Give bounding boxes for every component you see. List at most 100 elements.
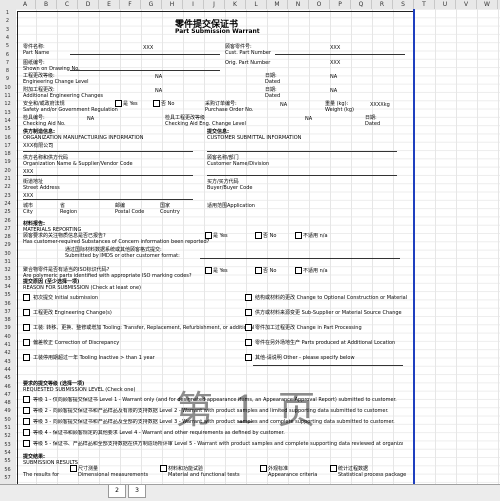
- row-header-10[interactable]: 10: [0, 85, 15, 91]
- row-header-17[interactable]: 17: [0, 143, 15, 149]
- column-header-H[interactable]: H: [162, 0, 183, 9]
- column-header-J[interactable]: J: [204, 0, 225, 9]
- level-checkbox[interactable]: [23, 440, 30, 447]
- column-header-B[interactable]: B: [36, 0, 57, 9]
- row-header-20[interactable]: 20: [0, 168, 15, 174]
- row-header-7[interactable]: 7: [0, 60, 15, 66]
- row-header-6[interactable]: 6: [0, 52, 15, 58]
- reason-left-checkbox[interactable]: [23, 339, 30, 346]
- level-checkbox[interactable]: [23, 429, 30, 436]
- row-header-50[interactable]: 50: [0, 417, 15, 423]
- row-header-36[interactable]: 36: [0, 301, 15, 307]
- column-header-E[interactable]: E: [99, 0, 120, 9]
- reason-left-checkbox[interactable]: [23, 354, 30, 361]
- row-header-34[interactable]: 34: [0, 284, 15, 290]
- row-header-13[interactable]: 13: [0, 110, 15, 116]
- row-header-37[interactable]: 37: [0, 309, 15, 315]
- column-header-F[interactable]: F: [120, 0, 141, 9]
- row-header-55[interactable]: 55: [0, 458, 15, 464]
- reason-left-checkbox[interactable]: [23, 309, 30, 316]
- reason-right-checkbox[interactable]: [245, 294, 252, 301]
- level-checkbox[interactable]: [23, 396, 30, 403]
- row-header-33[interactable]: 33: [0, 276, 15, 282]
- column-header-Q[interactable]: Q: [351, 0, 372, 9]
- dated2-value[interactable]: NA: [330, 88, 337, 94]
- po-value[interactable]: NA: [280, 102, 287, 108]
- reason-right-checkbox[interactable]: [245, 324, 252, 331]
- row-header-5[interactable]: 5: [0, 43, 15, 49]
- row-header-8[interactable]: 8: [0, 68, 15, 74]
- row-header-43[interactable]: 43: [0, 359, 15, 365]
- row-header-23[interactable]: 23: [0, 193, 15, 199]
- row-header-4[interactable]: 4: [0, 35, 15, 41]
- row-header-26[interactable]: 26: [0, 218, 15, 224]
- dim-checkbox[interactable]: [70, 465, 77, 472]
- reason-right-checkbox[interactable]: [245, 309, 252, 316]
- checking-lvl-value[interactable]: NA: [305, 116, 312, 122]
- safety-no-checkbox[interactable]: [153, 100, 160, 107]
- column-header-M[interactable]: M: [267, 0, 288, 9]
- orig-part-value[interactable]: XXX: [330, 60, 340, 66]
- q1-na-checkbox[interactable]: [295, 232, 302, 239]
- q1-yes-checkbox[interactable]: [205, 232, 212, 239]
- column-header-A[interactable]: A: [15, 0, 36, 9]
- spreadsheet-area[interactable]: 零件提交保证书 Part Submission Warrant 零件名称: Pa…: [15, 9, 500, 484]
- supplier-value[interactable]: XXX有限公司: [23, 143, 53, 149]
- row-header-29[interactable]: 29: [0, 242, 15, 248]
- row-header-31[interactable]: 31: [0, 259, 15, 265]
- reason-left-checkbox[interactable]: [23, 324, 30, 331]
- row-header-56[interactable]: 56: [0, 467, 15, 473]
- row-header-38[interactable]: 38: [0, 317, 15, 323]
- row-header-2[interactable]: 2: [0, 18, 15, 24]
- row-header-54[interactable]: 54: [0, 450, 15, 456]
- column-header-R[interactable]: R: [372, 0, 393, 9]
- column-header-U[interactable]: U: [435, 0, 456, 9]
- row-header-9[interactable]: 9: [0, 76, 15, 82]
- column-header-L[interactable]: L: [246, 0, 267, 9]
- reason-left-checkbox[interactable]: [23, 294, 30, 301]
- row-header-57[interactable]: 57: [0, 475, 15, 481]
- sheet-tab-2[interactable]: 2: [108, 485, 126, 498]
- stat-checkbox[interactable]: [330, 465, 337, 472]
- row-header-42[interactable]: 42: [0, 350, 15, 356]
- row-header-1[interactable]: 1: [0, 10, 15, 16]
- row-header-28[interactable]: 28: [0, 234, 15, 240]
- row-header-16[interactable]: 16: [0, 135, 15, 141]
- row-header-11[interactable]: 11: [0, 93, 15, 99]
- row-header-41[interactable]: 41: [0, 342, 15, 348]
- column-header-D[interactable]: D: [78, 0, 99, 9]
- row-header-46[interactable]: 46: [0, 384, 15, 390]
- row-header-30[interactable]: 30: [0, 251, 15, 257]
- q2-yes-checkbox[interactable]: [205, 267, 212, 274]
- level-checkbox[interactable]: [23, 407, 30, 414]
- reason-right-checkbox[interactable]: [245, 339, 252, 346]
- row-header-27[interactable]: 27: [0, 226, 15, 232]
- add-eng-value[interactable]: NA: [155, 88, 162, 94]
- safety-yes-checkbox[interactable]: [115, 100, 122, 107]
- q2-na-checkbox[interactable]: [295, 267, 302, 274]
- app-checkbox[interactable]: [260, 465, 267, 472]
- row-header-44[interactable]: 44: [0, 367, 15, 373]
- row-header-48[interactable]: 48: [0, 400, 15, 406]
- sheet-tab-3[interactable]: 3: [128, 485, 146, 498]
- column-header-T[interactable]: T: [414, 0, 435, 9]
- cust-part-value[interactable]: XXX: [330, 45, 340, 51]
- dated-value[interactable]: NA: [330, 74, 337, 80]
- row-header-45[interactable]: 45: [0, 375, 15, 381]
- mat-checkbox[interactable]: [160, 465, 167, 472]
- column-header-K[interactable]: K: [225, 0, 246, 9]
- column-header-S[interactable]: S: [393, 0, 414, 9]
- row-header-3[interactable]: 3: [0, 27, 15, 33]
- column-header-I[interactable]: I: [183, 0, 204, 9]
- row-header-25[interactable]: 25: [0, 209, 15, 215]
- row-header-52[interactable]: 52: [0, 433, 15, 439]
- part-name-value[interactable]: XXX: [143, 45, 153, 51]
- row-header-40[interactable]: 40: [0, 334, 15, 340]
- level-checkbox[interactable]: [23, 418, 30, 425]
- row-header-18[interactable]: 18: [0, 151, 15, 157]
- checking-value[interactable]: NA: [87, 116, 94, 122]
- weight-value[interactable]: XXXXkg: [370, 102, 390, 108]
- row-header-19[interactable]: 19: [0, 159, 15, 165]
- column-header-C[interactable]: C: [57, 0, 78, 9]
- row-header-22[interactable]: 22: [0, 184, 15, 190]
